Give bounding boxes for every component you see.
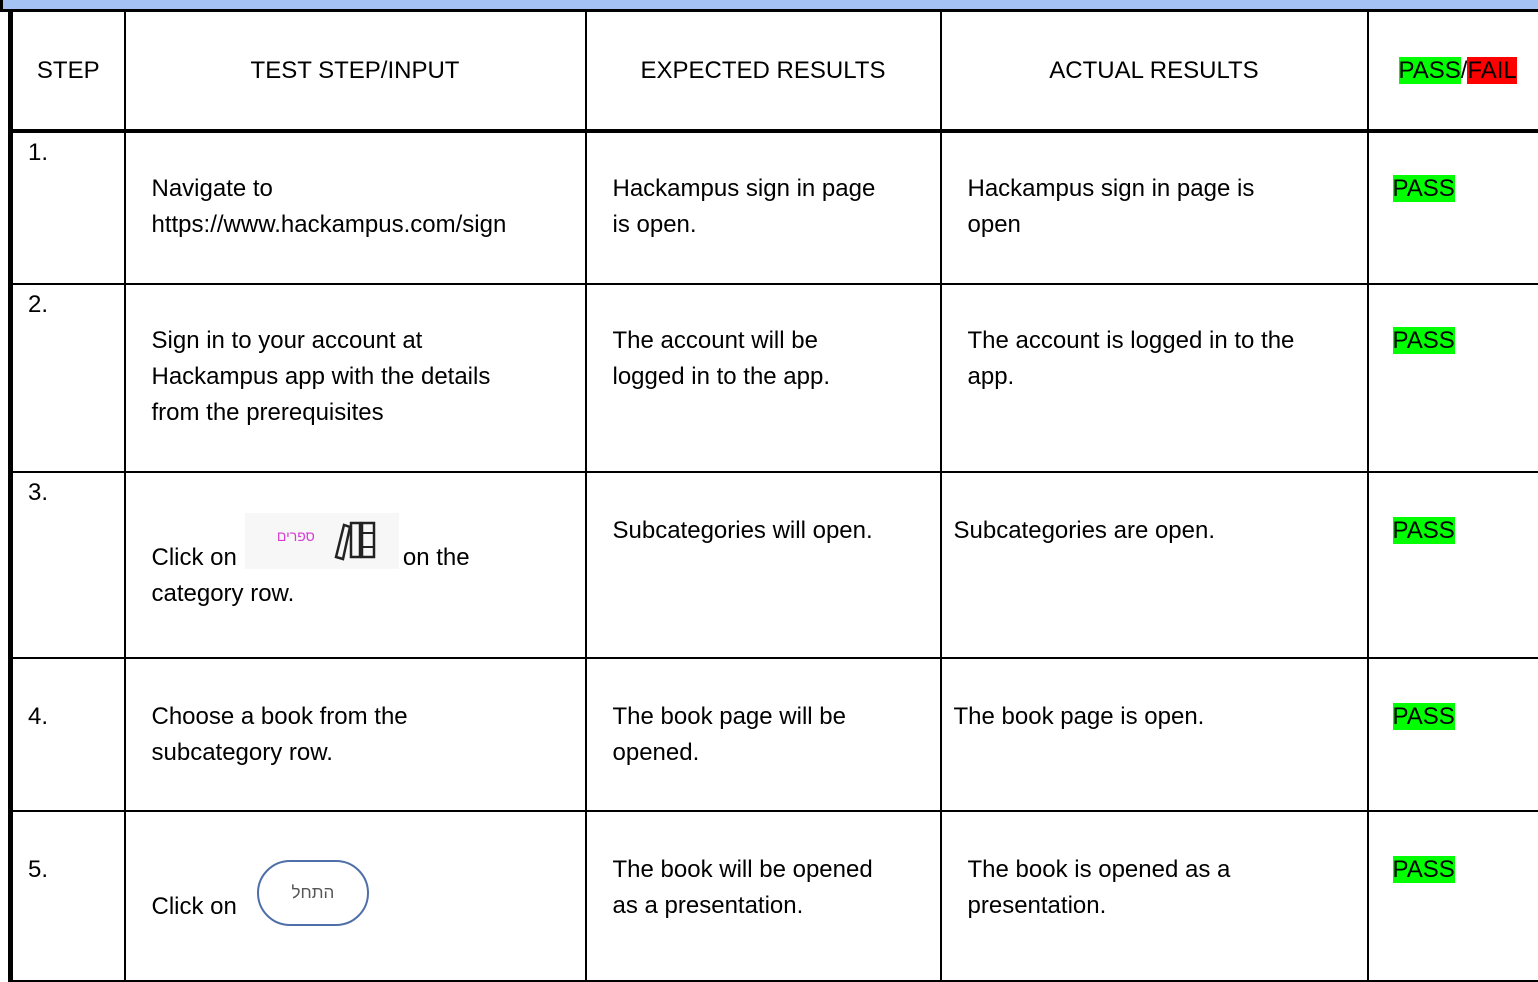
- step-cell: 4.: [11, 658, 125, 811]
- expected-cell: The book will be opened as a presentatio…: [586, 811, 941, 981]
- input-cell: Click onספרים on the category row.: [125, 472, 586, 658]
- table-row: 4. Choose a book from the subcategory ro…: [11, 658, 1538, 811]
- books-category-button[interactable]: ספרים: [245, 513, 399, 569]
- input-cell: Navigate to https://www.hackampus.com/si…: [125, 131, 586, 284]
- actual-cell: The account is logged in to the app.: [941, 284, 1368, 472]
- step-cell: 1.: [11, 131, 125, 284]
- start-button[interactable]: התחל: [257, 860, 369, 926]
- result-cell: PASS: [1368, 811, 1538, 981]
- header-step: STEP: [11, 12, 125, 131]
- step-cell: 3.: [11, 472, 125, 658]
- result-cell: PASS: [1368, 131, 1538, 284]
- header-band: [0, 0, 1538, 12]
- test-case-table: STEP TEST STEP/INPUT EXPECTED RESULTS AC…: [8, 12, 1538, 982]
- header-expected-results: EXPECTED RESULTS: [586, 12, 941, 131]
- table-row: 2. Sign in to your account at Hackampus …: [11, 284, 1538, 472]
- pass-badge: PASS: [1393, 703, 1455, 730]
- expected-cell: Hackampus sign in page is open.: [586, 131, 941, 284]
- expected-cell: The book page will be opened.: [586, 658, 941, 811]
- table-row: 5. Click onהתחל The book will be opened …: [11, 811, 1538, 981]
- actual-cell: The book is opened as a presentation.: [941, 811, 1368, 981]
- input-cell: Choose a book from the subcategory row.: [125, 658, 586, 811]
- table-row: 1. Navigate to https://www.hackampus.com…: [11, 131, 1538, 284]
- actual-cell: Subcategories are open.: [941, 472, 1368, 658]
- expected-cell: The account will be logged in to the app…: [586, 284, 941, 472]
- actual-cell: Hackampus sign in page is open: [941, 131, 1368, 284]
- actual-cell: The book page is open.: [941, 658, 1368, 811]
- pass-badge: PASS: [1393, 175, 1455, 202]
- step-cell: 5.: [11, 811, 125, 981]
- header-pass-fail: PASS/FAIL: [1368, 12, 1538, 131]
- expected-cell: Subcategories will open.: [586, 472, 941, 658]
- result-cell: PASS: [1368, 658, 1538, 811]
- header-actual-results: ACTUAL RESULTS: [941, 12, 1368, 131]
- result-cell: PASS: [1368, 284, 1538, 472]
- input-cell: Click onהתחל: [125, 811, 586, 981]
- header-pass-label: PASS: [1399, 57, 1461, 84]
- step-cell: 2.: [11, 284, 125, 472]
- result-cell: PASS: [1368, 472, 1538, 658]
- table-row: 3. Click onספרים on the category row. Su…: [11, 472, 1538, 658]
- books-icon: [333, 519, 377, 561]
- pass-badge: PASS: [1393, 517, 1455, 544]
- header-row: STEP TEST STEP/INPUT EXPECTED RESULTS AC…: [11, 12, 1538, 131]
- pass-badge: PASS: [1393, 856, 1455, 883]
- header-test-step-input: TEST STEP/INPUT: [125, 12, 586, 131]
- pass-badge: PASS: [1393, 327, 1455, 354]
- header-fail-label: FAIL: [1467, 57, 1516, 84]
- input-cell: Sign in to your account at Hackampus app…: [125, 284, 586, 472]
